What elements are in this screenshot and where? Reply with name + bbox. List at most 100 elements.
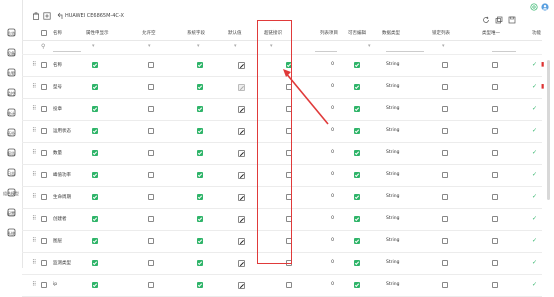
sidebar-item-6[interactable]: 报告 xyxy=(0,142,22,157)
editable-checkbox[interactable] xyxy=(354,84,360,90)
filter-input[interactable] xyxy=(53,43,81,52)
editable-checkbox[interactable] xyxy=(354,260,360,266)
show-in-attributes-checkbox[interactable] xyxy=(92,128,98,134)
show-in-attributes-checkbox[interactable] xyxy=(92,84,98,90)
row-select-checkbox[interactable] xyxy=(41,172,47,178)
scrollbar[interactable] xyxy=(547,60,550,200)
drag-handle-icon[interactable]: ⠿ xyxy=(32,150,36,156)
row-select-checkbox[interactable] xyxy=(41,106,47,112)
lock-list-checkbox[interactable] xyxy=(442,238,448,244)
system-field-checkbox[interactable] xyxy=(197,216,203,222)
sidebar-item-1[interactable]: 设备 xyxy=(0,42,22,57)
editable-checkbox[interactable] xyxy=(354,62,360,68)
lock-list-checkbox[interactable] xyxy=(442,194,448,200)
row-select-checkbox[interactable] xyxy=(41,216,47,222)
confirm-icon[interactable]: ✓ xyxy=(532,237,537,244)
lock-list-checkbox[interactable] xyxy=(442,106,448,112)
allow-null-checkbox[interactable] xyxy=(148,150,154,156)
row-select-checkbox[interactable] xyxy=(41,238,47,244)
drag-handle-icon[interactable]: ⠿ xyxy=(32,194,36,200)
type-unique-checkbox[interactable] xyxy=(492,128,498,134)
settings-icon[interactable] xyxy=(530,3,538,11)
drag-handle-icon[interactable]: ⠿ xyxy=(32,106,36,112)
filter-toggle-icon[interactable]: ▾ xyxy=(92,43,95,49)
system-field-checkbox[interactable] xyxy=(197,260,203,266)
user-icon[interactable] xyxy=(541,3,549,11)
default-value-edit-icon[interactable] xyxy=(238,171,245,179)
delete-row-icon[interactable]: ▮ xyxy=(541,83,544,90)
lock-list-checkbox[interactable] xyxy=(442,172,448,178)
delete-icon[interactable] xyxy=(32,12,40,20)
drag-handle-icon[interactable]: ⠿ xyxy=(32,172,36,178)
sidebar-item-7[interactable]: 日志 xyxy=(0,162,22,177)
allow-null-checkbox[interactable] xyxy=(148,260,154,266)
row-select-checkbox[interactable] xyxy=(41,150,47,156)
allow-null-checkbox[interactable] xyxy=(148,172,154,178)
confirm-icon[interactable]: ✓ xyxy=(532,105,537,112)
row-select-checkbox[interactable] xyxy=(41,282,47,288)
lock-list-checkbox[interactable] xyxy=(442,84,448,90)
drag-handle-icon[interactable]: ⠿ xyxy=(32,238,36,244)
select-all-checkbox[interactable] xyxy=(41,30,47,36)
show-in-attributes-checkbox[interactable] xyxy=(92,282,98,288)
allow-null-checkbox[interactable] xyxy=(148,216,154,222)
allow-null-checkbox[interactable] xyxy=(148,106,154,112)
confirm-icon[interactable]: ✓ xyxy=(532,127,537,134)
editable-checkbox[interactable] xyxy=(354,282,360,288)
type-unique-checkbox[interactable] xyxy=(492,238,498,244)
show-in-attributes-checkbox[interactable] xyxy=(92,238,98,244)
confirm-icon[interactable]: ✓ xyxy=(532,83,537,90)
default-value-edit-icon[interactable] xyxy=(238,237,245,245)
allow-null-checkbox[interactable] xyxy=(148,238,154,244)
editable-checkbox[interactable] xyxy=(354,106,360,112)
system-field-checkbox[interactable] xyxy=(197,238,203,244)
confirm-icon[interactable]: ✓ xyxy=(532,281,537,288)
show-in-attributes-checkbox[interactable] xyxy=(92,194,98,200)
show-in-attributes-checkbox[interactable] xyxy=(92,62,98,68)
confirm-icon[interactable]: ✓ xyxy=(532,215,537,222)
type-unique-checkbox[interactable] xyxy=(492,260,498,266)
default-value-edit-icon[interactable] xyxy=(238,281,245,289)
row-select-checkbox[interactable] xyxy=(41,128,47,134)
drag-handle-icon[interactable]: ⠿ xyxy=(32,260,36,266)
filter-input[interactable] xyxy=(492,43,516,52)
add-icon[interactable] xyxy=(43,12,51,20)
row-select-checkbox[interactable] xyxy=(41,194,47,200)
drag-handle-icon[interactable]: ⠿ xyxy=(32,128,36,134)
refresh-icon[interactable] xyxy=(482,16,490,24)
sidebar-item-4[interactable]: 统计 xyxy=(0,102,22,117)
filter-toggle-icon[interactable]: ▾ xyxy=(197,43,200,49)
back-icon[interactable] xyxy=(56,12,64,20)
allow-null-checkbox[interactable] xyxy=(148,282,154,288)
default-value-edit-icon[interactable] xyxy=(238,193,245,201)
type-unique-checkbox[interactable] xyxy=(492,62,498,68)
system-field-checkbox[interactable] xyxy=(197,282,203,288)
lock-list-checkbox[interactable] xyxy=(442,128,448,134)
sidebar-item-3[interactable]: 监控 xyxy=(0,82,22,97)
sidebar-item-0[interactable]: 总览 xyxy=(0,22,22,37)
lock-list-checkbox[interactable] xyxy=(442,260,448,266)
sidebar-item-5[interactable]: 拓扑 xyxy=(0,122,22,137)
lock-list-checkbox[interactable] xyxy=(442,62,448,68)
save-icon[interactable] xyxy=(508,16,516,24)
show-in-attributes-checkbox[interactable] xyxy=(92,106,98,112)
type-unique-checkbox[interactable] xyxy=(492,150,498,156)
default-value-edit-icon[interactable] xyxy=(238,215,245,223)
allow-null-checkbox[interactable] xyxy=(148,62,154,68)
confirm-icon[interactable]: ✓ xyxy=(532,259,537,266)
confirm-icon[interactable]: ✓ xyxy=(532,149,537,156)
allow-null-checkbox[interactable] xyxy=(148,84,154,90)
type-unique-checkbox[interactable] xyxy=(492,194,498,200)
drag-handle-icon[interactable]: ⠿ xyxy=(32,62,36,68)
type-unique-checkbox[interactable] xyxy=(492,216,498,222)
system-field-checkbox[interactable] xyxy=(197,84,203,90)
editable-checkbox[interactable] xyxy=(354,128,360,134)
editable-checkbox[interactable] xyxy=(354,194,360,200)
type-unique-checkbox[interactable] xyxy=(492,282,498,288)
filter-toggle-icon[interactable]: ▾ xyxy=(442,43,445,49)
system-field-checkbox[interactable] xyxy=(197,150,203,156)
default-value-edit-icon[interactable] xyxy=(238,149,245,157)
editable-checkbox[interactable] xyxy=(354,150,360,156)
show-in-attributes-checkbox[interactable] xyxy=(92,172,98,178)
hyperlink-checkbox[interactable] xyxy=(286,282,292,288)
